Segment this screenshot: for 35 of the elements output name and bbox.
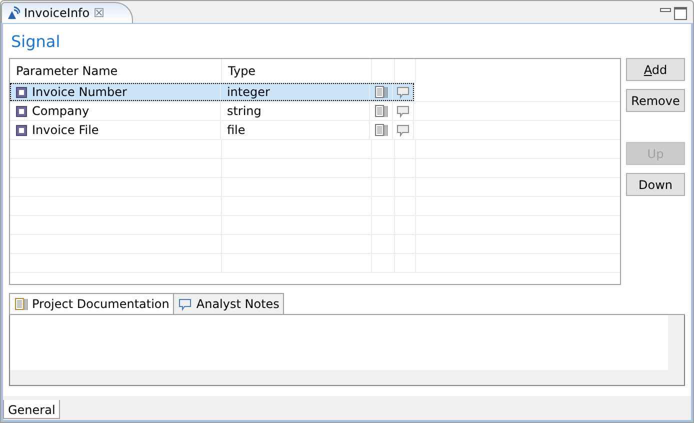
- parameter-icon: [16, 124, 27, 136]
- table-row[interactable]: Company string: [10, 102, 414, 120]
- parameter-icon: [16, 86, 27, 98]
- parameter-name: Invoice Number: [32, 84, 127, 101]
- close-icon[interactable]: ☒: [94, 4, 104, 22]
- speech-bubble-icon: [396, 86, 410, 98]
- tab[interactable]: Project Documentation: [9, 293, 174, 314]
- section-title: Signal: [10, 31, 62, 53]
- action-button[interactable]: Down: [626, 173, 685, 196]
- parameter-type: string: [226, 103, 262, 120]
- column-header: Type: [228, 63, 256, 80]
- signal-icon: [6, 6, 20, 20]
- parameter-name: Company: [32, 103, 90, 120]
- parameter-icon: [16, 106, 27, 116]
- speech-bubble-icon: [178, 298, 192, 310]
- parameter-type: file: [226, 122, 246, 139]
- document-icon: [374, 104, 388, 118]
- table-row[interactable]: Invoice Number integer: [10, 83, 414, 101]
- maximize-icon[interactable]: [674, 7, 687, 20]
- speech-bubble-icon: [396, 124, 410, 136]
- minimize-icon[interactable]: [660, 7, 671, 14]
- action-button[interactable]: Add: [626, 58, 685, 81]
- document-icon: [374, 123, 388, 137]
- parameter-type: integer: [226, 84, 270, 101]
- column-header: Parameter Name: [16, 63, 118, 80]
- tab[interactable]: Analyst Notes: [173, 293, 284, 314]
- tab-label: InvoiceInfo: [24, 5, 90, 22]
- tab[interactable]: General: [3, 400, 60, 419]
- speech-bubble-icon: [396, 104, 410, 118]
- document-icon: [14, 297, 28, 311]
- table-row[interactable]: Invoice File file: [10, 121, 414, 139]
- editor-tab[interactable]: InvoiceInfo ☒: [1, 2, 134, 23]
- parameter-name: Invoice File: [32, 122, 99, 139]
- action-button[interactable]: Remove: [626, 89, 685, 112]
- document-icon: [374, 85, 388, 99]
